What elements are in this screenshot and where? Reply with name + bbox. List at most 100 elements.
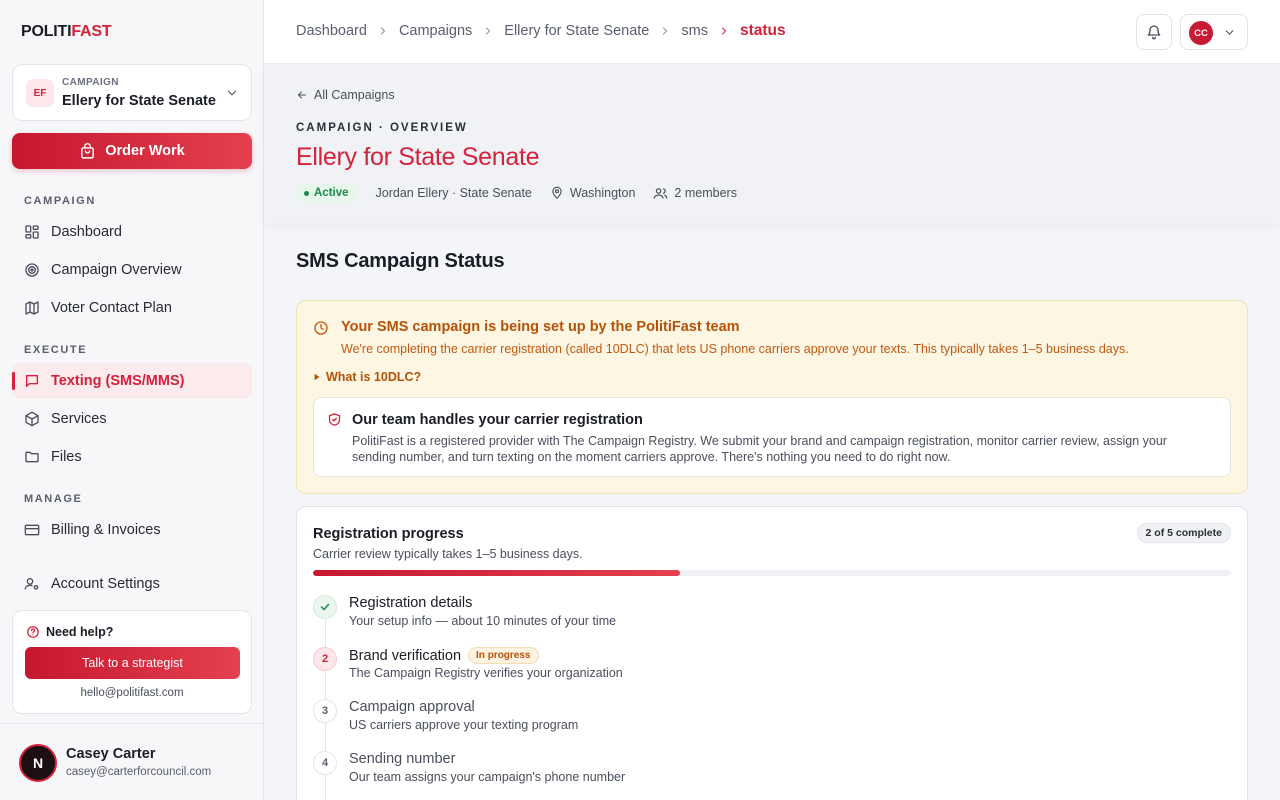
carrier-registration-card: Our team handles your carrier registrati… [313, 397, 1231, 477]
sidebar-item-label: Dashboard [51, 224, 122, 240]
arrow-left-icon [297, 91, 306, 99]
dashboard-icon [25, 225, 39, 239]
card-description: PolitiFast is a registered provider with… [352, 434, 1167, 464]
step-number: 4 [313, 751, 337, 775]
step-name: Registration details [349, 595, 473, 611]
step-name-row: Brand verification In progress [349, 647, 539, 664]
help-title: Need help? [26, 625, 113, 639]
breadcrumb-current: status [739, 22, 786, 39]
shield-check-icon [328, 413, 341, 426]
setup-alert: Your SMS campaign is being set up by the… [296, 300, 1248, 494]
step-sending-number: 4 Sending number Our team assigns your c… [313, 749, 1213, 793]
chevron-right-icon [486, 27, 491, 35]
user-name: Casey Carter [66, 746, 156, 762]
sidebar-item-account-settings[interactable]: Account Settings [12, 566, 252, 602]
sidebar-item-texting[interactable]: Texting (SMS/MMS) [12, 363, 252, 399]
sidebar-item-label: Account Settings [51, 576, 160, 592]
step-number: 2 [313, 647, 337, 671]
step-status-done [313, 595, 337, 619]
breadcrumb: Dashboard Campaigns Ellery for State Sen… [296, 22, 786, 40]
status-dot [304, 190, 309, 196]
users-icon [654, 187, 668, 199]
progress-bar [313, 570, 1231, 576]
clock-icon [314, 321, 328, 335]
status-badge: Active [296, 184, 358, 202]
registration-progress-card: Registration progress Carrier review typ… [296, 506, 1248, 800]
alert-title: Your SMS campaign is being set up by the… [341, 319, 740, 335]
sidebar-item-label: Files [51, 449, 82, 465]
box-icon [25, 411, 39, 427]
sidebar-item-files[interactable]: Files [12, 439, 252, 475]
breadcrumb-campaign[interactable]: Ellery for State Senate [504, 23, 649, 39]
target-icon [25, 263, 39, 277]
alert-description: We're completing the carrier registratio… [341, 342, 1129, 356]
campaign-meta: Active Jordan Ellery · State Senate Wash… [296, 184, 737, 202]
notifications-button[interactable] [1136, 14, 1172, 50]
breadcrumb-campaigns[interactable]: Campaigns [399, 23, 472, 39]
step-campaign-approval: 3 Campaign approval US carriers approve … [313, 697, 1213, 741]
sidebar-item-label: Billing & Invoices [51, 522, 161, 538]
members-info: 2 members [653, 186, 737, 201]
map-pin-icon [552, 186, 562, 200]
progress-count-badge: 2 of 5 complete [1136, 523, 1231, 543]
campaign-selector[interactable]: EF CAMPAIGN Ellery for State Senate [12, 64, 252, 121]
step-name: Sending number [349, 751, 456, 767]
message-square-icon [26, 375, 38, 387]
card-title: Our team handles your carrier registrati… [352, 412, 643, 428]
breadcrumb-sms[interactable]: sms [681, 23, 708, 39]
what-is-10dlc-toggle[interactable]: What is 10DLC? [313, 370, 421, 384]
progress-title: Registration progress [313, 526, 464, 542]
sidebar-item-dashboard[interactable]: Dashboard [12, 214, 252, 250]
talk-to-strategist-button[interactable]: Talk to a strategist [25, 647, 240, 679]
section-title: SMS Campaign Status [296, 250, 505, 272]
help-box: Need help? Talk to a strategist hello@po… [12, 610, 252, 714]
logo[interactable]: POLITIFAST [21, 23, 112, 41]
section-label-execute: EXECUTE [24, 344, 88, 356]
sidebar-item-voter-contact-plan[interactable]: Voter Contact Plan [12, 290, 252, 326]
step-description: Our team assigns your campaign's phone n… [349, 770, 626, 784]
sidebar-item-label: Voter Contact Plan [51, 300, 172, 316]
step-number: 3 [313, 699, 337, 723]
order-work-button[interactable]: Order Work [12, 133, 252, 169]
sidebar: POLITIFAST EF CAMPAIGN Ellery for State … [0, 0, 264, 800]
progress-subtitle: Carrier review typically takes 1–5 busin… [313, 547, 583, 561]
back-link[interactable]: All Campaigns [296, 88, 395, 102]
in-progress-badge: In progress [468, 647, 539, 664]
sidebar-item-services[interactable]: Services [12, 401, 252, 437]
bell-icon [1147, 25, 1161, 40]
breadcrumb-dashboard[interactable]: Dashboard [296, 23, 367, 39]
help-circle-icon [27, 626, 39, 638]
user-email: casey@carterforcouncil.com [66, 766, 212, 778]
chevron-down-icon [227, 90, 237, 96]
logo-part-b: FAST [71, 23, 112, 40]
shopping-bag-icon [81, 142, 95, 159]
triangle-right-icon [314, 373, 320, 381]
sidebar-item-label: Texting (SMS/MMS) [51, 373, 185, 389]
step-description: Your setup info — about 10 minutes of yo… [349, 614, 617, 628]
step-description: The Campaign Registry verifies your orga… [349, 666, 623, 680]
chevron-right-icon [721, 27, 727, 35]
user-cog-icon [24, 578, 39, 590]
members-label: 2 members [674, 186, 737, 200]
help-email-link[interactable]: hello@politifast.com [13, 687, 251, 699]
user-profile[interactable]: N Casey Carter casey@carterforcouncil.co… [0, 723, 264, 800]
sidebar-item-campaign-overview[interactable]: Campaign Overview [12, 252, 252, 288]
page-title: Ellery for State Senate [296, 143, 540, 171]
back-link-label: All Campaigns [314, 88, 395, 102]
campaign-avatar: EF [26, 79, 54, 107]
progress-bar-fill [313, 570, 681, 576]
what-is-10dlc-label: What is 10DLC? [326, 370, 422, 384]
logo-part-a: POLITI [21, 23, 72, 40]
location-label: Washington [569, 186, 636, 200]
step-description: US carriers approve your texting program [349, 718, 579, 732]
campaign-name: Ellery for State Senate [62, 93, 216, 109]
avatar: N [19, 744, 57, 782]
folder-icon [25, 451, 39, 463]
check-icon [320, 603, 330, 611]
account-menu-button[interactable]: CC [1180, 14, 1248, 50]
topbar: Dashboard Campaigns Ellery for State Sen… [264, 0, 1280, 64]
credit-card-icon [24, 524, 40, 536]
section-label-manage: MANAGE [24, 493, 83, 505]
sidebar-item-billing[interactable]: Billing & Invoices [12, 512, 252, 548]
sidebar-item-label: Campaign Overview [51, 262, 182, 278]
